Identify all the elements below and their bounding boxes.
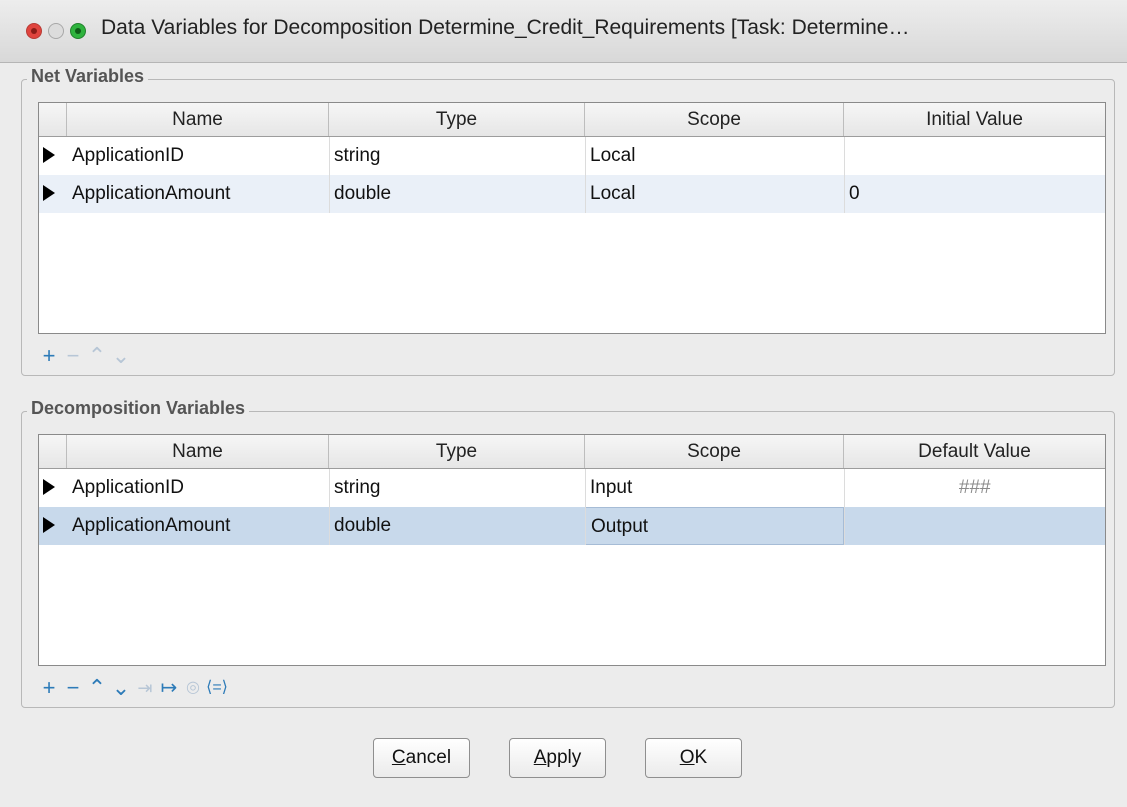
- cell-initial-value[interactable]: [844, 137, 1105, 175]
- decomposition-variables-legend: Decomposition Variables: [27, 398, 250, 419]
- cell-type[interactable]: double: [329, 175, 585, 213]
- zoom-window-button[interactable]: [70, 23, 86, 39]
- equals-icon[interactable]: ⟨=⟩: [206, 673, 228, 703]
- minimize-window-button[interactable]: [48, 23, 64, 39]
- cell-scope[interactable]: Input: [585, 469, 844, 507]
- column-header-name[interactable]: Name: [67, 435, 329, 468]
- add-icon[interactable]: +: [38, 341, 60, 371]
- target-icon[interactable]: ◎: [182, 673, 204, 703]
- map-icon[interactable]: ↦: [158, 673, 180, 703]
- row-marker-header: [39, 103, 67, 136]
- table-row[interactable]: ApplicationID string Input ###: [39, 469, 1105, 507]
- cell-scope-focused[interactable]: Output: [585, 507, 844, 545]
- ok-button[interactable]: OK: [645, 738, 742, 778]
- table-header: Name Type Scope Default Value: [39, 435, 1105, 469]
- close-window-button[interactable]: [26, 23, 42, 39]
- cell-name[interactable]: ApplicationID: [67, 137, 329, 175]
- cell-default-value[interactable]: ###: [844, 469, 1105, 507]
- dialog-window: Data Variables for Decomposition Determi…: [0, 0, 1127, 807]
- row-marker-icon: [39, 507, 67, 545]
- cancel-button[interactable]: Cancel: [373, 738, 470, 778]
- row-marker-icon: [39, 175, 67, 213]
- indent-icon[interactable]: ⇥: [134, 673, 156, 703]
- decomposition-variables-table[interactable]: Name Type Scope Default Value Applicatio…: [38, 434, 1106, 666]
- move-down-icon[interactable]: ⌄: [110, 341, 132, 371]
- move-down-icon[interactable]: ⌄: [110, 673, 132, 703]
- cell-initial-value[interactable]: 0: [844, 175, 1105, 213]
- add-icon[interactable]: +: [38, 673, 60, 703]
- remove-icon[interactable]: −: [62, 673, 84, 703]
- apply-button[interactable]: Apply: [509, 738, 606, 778]
- column-header-type[interactable]: Type: [329, 435, 585, 468]
- column-divider: [329, 469, 330, 545]
- cell-name[interactable]: ApplicationID: [67, 469, 329, 507]
- move-up-icon[interactable]: ⌃: [86, 341, 108, 371]
- column-header-default-value[interactable]: Default Value: [844, 435, 1105, 468]
- row-marker-icon: [39, 137, 67, 175]
- column-divider: [585, 469, 586, 545]
- window-title: Data Variables for Decomposition Determi…: [101, 16, 910, 39]
- cell-scope[interactable]: Local: [585, 137, 844, 175]
- table-row[interactable]: ApplicationID string Local: [39, 137, 1105, 175]
- column-divider: [844, 469, 845, 545]
- cell-default-value[interactable]: [844, 507, 1105, 545]
- cell-name[interactable]: ApplicationAmount: [67, 507, 329, 545]
- row-marker-icon: [39, 469, 67, 507]
- net-variables-legend: Net Variables: [27, 66, 149, 87]
- cell-type[interactable]: double: [329, 507, 585, 545]
- move-up-icon[interactable]: ⌃: [86, 673, 108, 703]
- cell-scope[interactable]: Local: [585, 175, 844, 213]
- column-header-name[interactable]: Name: [67, 103, 329, 136]
- column-divider: [585, 137, 586, 213]
- title-bar: Data Variables for Decomposition Determi…: [0, 0, 1127, 63]
- net-variables-table[interactable]: Name Type Scope Initial Value Applicatio…: [38, 102, 1106, 334]
- column-header-initial-value[interactable]: Initial Value: [844, 103, 1105, 136]
- remove-icon[interactable]: −: [62, 341, 84, 371]
- table-row[interactable]: ApplicationAmount double Local 0: [39, 175, 1105, 213]
- table-header: Name Type Scope Initial Value: [39, 103, 1105, 137]
- table-row-selected[interactable]: ApplicationAmount double Output: [39, 507, 1105, 545]
- net-variables-group: Net Variables Name Type Scope Initial Va…: [21, 66, 1115, 376]
- column-header-scope[interactable]: Scope: [585, 103, 844, 136]
- cell-type[interactable]: string: [329, 469, 585, 507]
- column-divider: [844, 137, 845, 213]
- decomposition-variables-group: Decomposition Variables Name Type Scope …: [21, 398, 1115, 708]
- row-marker-header: [39, 435, 67, 468]
- cell-name[interactable]: ApplicationAmount: [67, 175, 329, 213]
- column-divider: [329, 137, 330, 213]
- cell-type[interactable]: string: [329, 137, 585, 175]
- column-header-type[interactable]: Type: [329, 103, 585, 136]
- column-header-scope[interactable]: Scope: [585, 435, 844, 468]
